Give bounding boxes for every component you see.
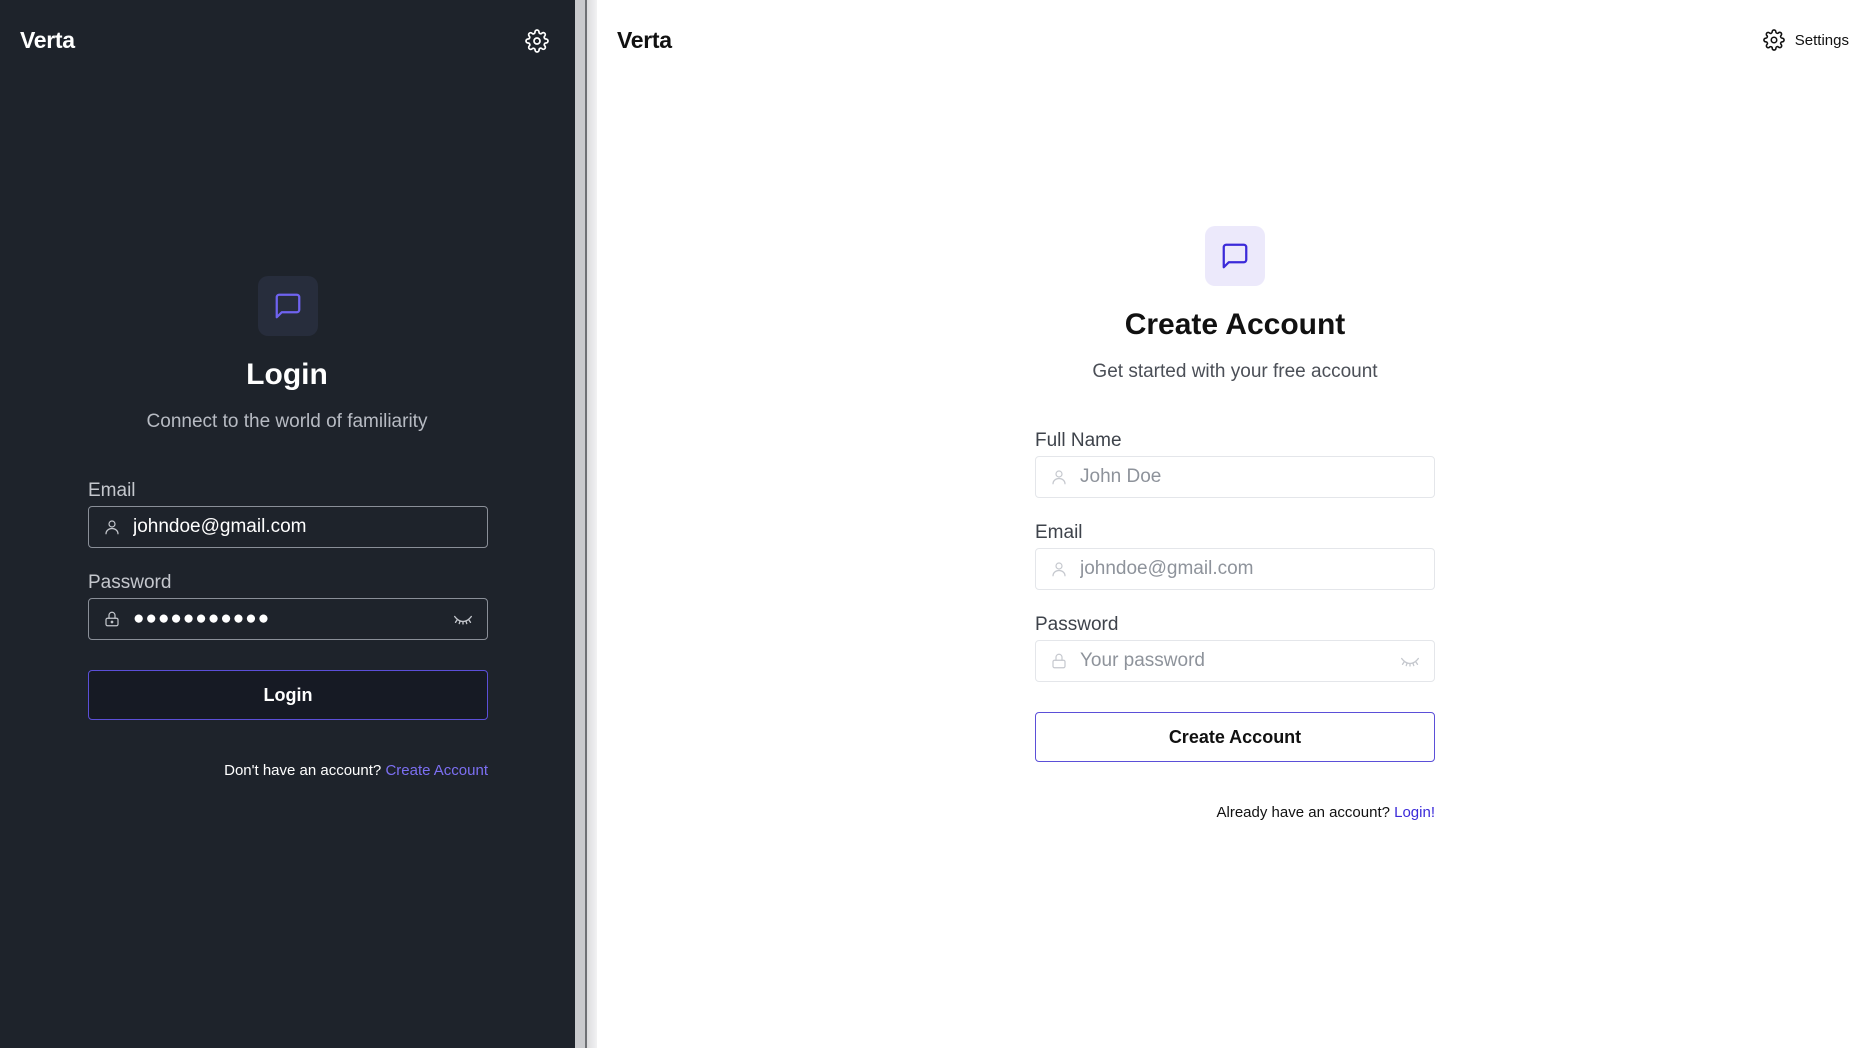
page-title: Create Account [1124, 308, 1346, 341]
lock-icon [1048, 650, 1070, 672]
page-subtitle: Get started with your free account [1092, 361, 1378, 382]
chat-bubble-icon [1222, 243, 1248, 269]
chat-icon-tile [258, 276, 318, 336]
password-placeholder: Your password [1080, 650, 1205, 671]
login-link[interactable]: Login! [1394, 804, 1435, 821]
user-icon [1048, 466, 1070, 488]
pane-divider[interactable] [575, 0, 597, 1048]
settings-button[interactable]: Settings [1762, 28, 1849, 52]
full-name-placeholder: John Doe [1080, 466, 1162, 487]
user-icon [101, 516, 123, 538]
create-account-button[interactable]: Create Account [1035, 712, 1435, 762]
gear-icon [1762, 28, 1786, 52]
password-value: ●●●●●●●●●●● [133, 608, 271, 629]
login-button[interactable]: Login [88, 670, 488, 720]
eye-closed-icon[interactable] [1398, 651, 1422, 671]
page-title: Login [246, 358, 328, 391]
signup-prompt: Don't have an account? Create Account [88, 762, 488, 779]
password-label: Password [88, 572, 172, 593]
user-icon [1048, 558, 1070, 580]
login-panel: Verta Login Connect to the world of fami… [0, 0, 575, 1048]
signup-prompt-text: Don't have an account? [224, 762, 382, 779]
email-label: Email [1035, 522, 1083, 543]
settings-gear-button[interactable] [524, 28, 550, 54]
page-subtitle: Connect to the world of familiarity [146, 411, 428, 432]
password-label: Password [1035, 614, 1119, 635]
brand-logo: Verta [20, 27, 75, 53]
email-placeholder: johndoe@gmail.com [1080, 558, 1254, 579]
full-name-field[interactable]: John Doe [1035, 456, 1435, 498]
password-field[interactable]: Your password [1035, 640, 1435, 682]
app-stage: Verta Login Connect to the world of fami… [0, 0, 1871, 1048]
full-name-label: Full Name [1035, 430, 1122, 451]
brand-logo: Verta [617, 27, 672, 53]
settings-label: Settings [1794, 31, 1849, 49]
email-label: Email [88, 480, 136, 501]
lock-icon [101, 608, 123, 630]
login-prompt-text: Already have an account? [1216, 804, 1390, 821]
gear-icon [525, 29, 549, 53]
chat-icon-tile [1205, 226, 1265, 286]
eye-closed-icon[interactable] [451, 609, 475, 629]
signup-panel: Verta Settings Create Account Get starte… [597, 0, 1871, 1048]
login-prompt: Already have an account? Login! [1035, 804, 1436, 821]
email-field[interactable]: johndoe@gmail.com [88, 506, 488, 548]
email-value: johndoe@gmail.com [133, 516, 307, 537]
chat-bubble-icon [275, 293, 301, 319]
password-field[interactable]: ●●●●●●●●●●● [88, 598, 488, 640]
create-account-link[interactable]: Create Account [385, 762, 488, 779]
email-field[interactable]: johndoe@gmail.com [1035, 548, 1435, 590]
